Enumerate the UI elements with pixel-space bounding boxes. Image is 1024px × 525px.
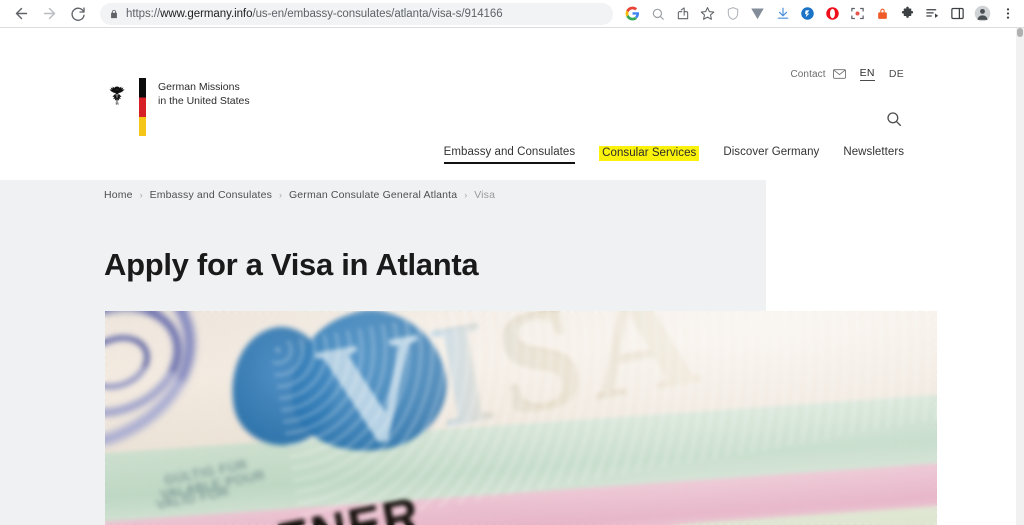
language-link-en[interactable]: EN [859,67,875,81]
profile-avatar-icon[interactable] [970,2,995,26]
page-scrollbar-track[interactable] [1016,28,1024,525]
breadcrumb-separator: › [464,190,468,200]
breadcrumb-separator: › [278,190,282,200]
address-bar[interactable]: https://www.germany.info/us-en/embassy-c… [100,2,613,25]
page-viewport: German Missions in the United States Con… [0,28,1016,525]
brave-shield-icon[interactable] [720,2,745,26]
vimeo-extension-icon[interactable] [745,2,770,26]
language-link-de[interactable]: DE [889,68,904,80]
site-logo[interactable]: German Missions in the United States [104,77,250,136]
breadcrumb-item-german-consulate-general-atlanta[interactable]: German Consulate General Atlanta [289,189,457,201]
browser-extensions-area [620,2,1020,26]
contact-link[interactable]: Contact [790,69,825,80]
schengen-visa-sticker-photo: VISA VISA GÜLTIG FÜR VALABLE POUR VALID … [105,311,937,525]
screenshot-extension-icon[interactable] [845,2,870,26]
main-navigation: Embassy and Consulates Consular Services… [0,146,1016,164]
page-title: Apply for a Visa in Atlanta [104,247,479,282]
breadcrumb-item-home[interactable]: Home [104,189,133,201]
search-button[interactable] [885,110,903,128]
share-icon[interactable] [670,2,695,26]
side-panel-icon[interactable] [945,2,970,26]
blue-extension-icon[interactable] [795,2,820,26]
reload-icon[interactable] [65,1,91,27]
lock-icon [111,9,117,18]
opera-extension-icon[interactable] [820,2,845,26]
back-arrow-icon[interactable] [8,1,34,27]
browser-toolbar: https://www.germany.info/us-en/embassy-c… [0,0,1024,28]
search-icon[interactable] [645,2,670,26]
german-federal-eagle-icon [109,86,125,105]
bookmark-star-icon[interactable] [695,2,720,26]
mail-envelope-icon[interactable] [832,69,846,79]
german-flag-bar [139,78,146,136]
download-icon[interactable] [770,2,795,26]
breadcrumb: Home › Embassy and Consulates › German C… [104,189,495,201]
nav-item-discover-germany[interactable]: Discover Germany [723,146,819,164]
url-path: /us-en/embassy-consulates/atlanta/visa-s… [252,7,503,20]
logo-line-2: in the United States [158,94,250,107]
nav-item-consular-services[interactable]: Consular Services [599,146,700,161]
nav-item-embassy-and-consulates[interactable]: Embassy and Consulates [443,146,576,164]
puzzle-extensions-icon[interactable] [895,2,920,26]
breadcrumb-separator: › [139,190,143,200]
search-icon [887,112,902,127]
url-text: https://www.germany.info/us-en/embassy-c… [126,8,503,20]
url-scheme: https:// [126,7,161,20]
logo-line-1: German Missions [158,81,240,93]
page-scrollbar-thumb[interactable] [1017,28,1023,37]
site-header: German Missions in the United States Con… [0,28,1016,164]
meta-navigation: Contact EN DE [790,67,904,81]
chrome-menu-icon[interactable] [995,2,1020,26]
site-logo-text: German Missions in the United States [158,81,250,108]
url-host: www.germany.info [160,7,253,20]
reading-list-icon[interactable] [920,2,945,26]
google-account-icon[interactable] [620,2,645,26]
breadcrumb-item-visa: Visa [474,189,496,201]
visa-photo-inner: VISA VISA GÜLTIG FÜR VALABLE POUR VALID … [105,311,937,525]
breadcrumb-item-embassy-and-consulates[interactable]: Embassy and Consulates [150,189,272,201]
lastpass-extension-icon[interactable] [870,2,895,26]
forward-arrow-icon[interactable] [36,1,62,27]
nav-item-newsletters[interactable]: Newsletters [843,146,904,164]
